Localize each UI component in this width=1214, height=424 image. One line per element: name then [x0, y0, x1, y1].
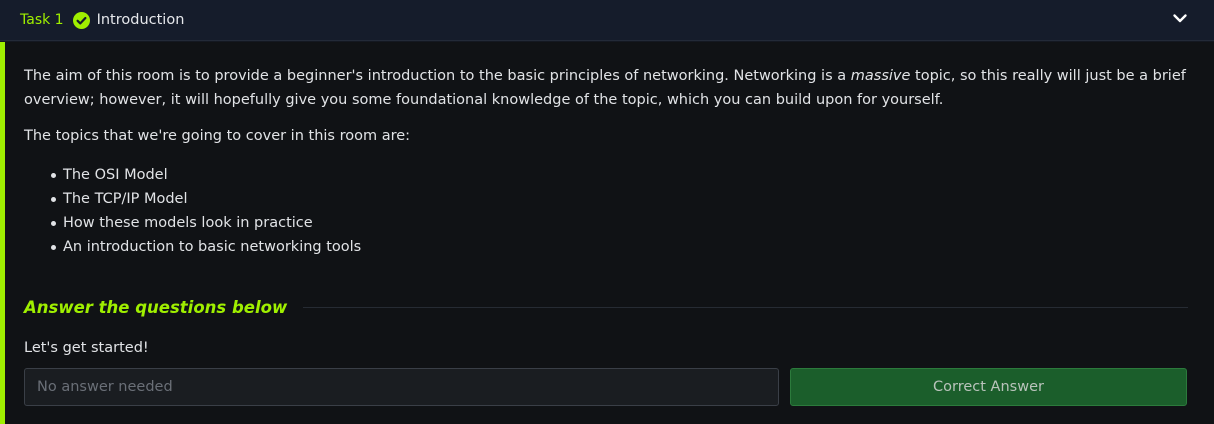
- task-body: The aim of this room is to provide a beg…: [0, 42, 1214, 424]
- check-circle-icon: [72, 11, 90, 29]
- task-card: Task 1 Introduction The aim of this room…: [0, 0, 1214, 424]
- topic-item: The TCP/IP Model: [51, 187, 1188, 211]
- answer-input[interactable]: [24, 368, 779, 406]
- topic-item: The OSI Model: [51, 163, 1188, 187]
- question-text: Let's get started!: [24, 340, 149, 356]
- answer-row: Correct Answer: [24, 368, 1188, 406]
- chevron-down-icon[interactable]: [1172, 10, 1188, 26]
- correct-answer-button[interactable]: Correct Answer: [790, 368, 1187, 406]
- intro-paragraph: The aim of this room is to provide a beg…: [24, 64, 1188, 112]
- divider: [303, 306, 1188, 308]
- topic-item: An introduction to basic networking tool…: [51, 235, 1188, 259]
- task-title: Introduction: [96, 12, 185, 28]
- task-number: Task 1: [20, 12, 64, 28]
- questions-header: Answer the questions below: [24, 296, 1188, 318]
- topics-intro: The topics that we're going to cover in …: [24, 128, 411, 144]
- topic-item: How these models look in practice: [51, 211, 1188, 235]
- intro-text-start: The aim of this room is to provide a beg…: [24, 68, 851, 84]
- topic-list: The OSI Model The TCP/IP Model How these…: [24, 163, 1188, 259]
- intro-emphasis: massive: [850, 68, 911, 84]
- task-header[interactable]: Task 1 Introduction: [0, 0, 1214, 41]
- questions-heading: Answer the questions below: [24, 297, 288, 317]
